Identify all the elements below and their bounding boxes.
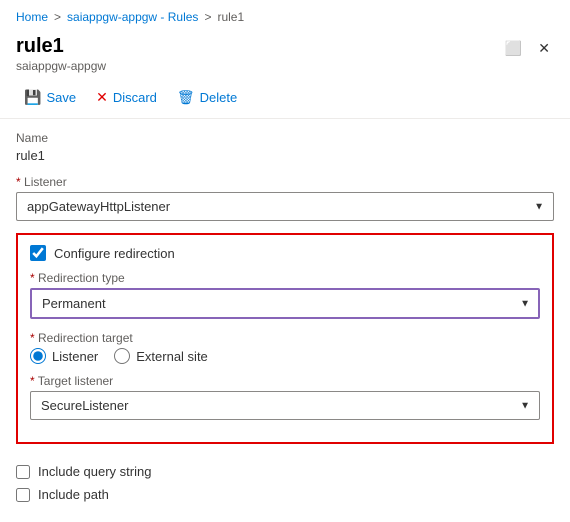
redirection-type-select-wrapper: Permanent ▼	[30, 288, 540, 319]
radio-external-option[interactable]: External site	[114, 348, 208, 364]
include-path-checkbox[interactable]	[16, 488, 30, 502]
radio-external-label: External site	[136, 349, 208, 364]
delete-icon: 🗑	[177, 89, 195, 106]
header-icons: ⬜ ✕	[501, 34, 554, 59]
toolbar: 💾 Save ✕ Discard 🗑 Delete	[0, 77, 570, 119]
radio-external-input[interactable]	[114, 348, 130, 364]
include-path-row: Include path	[16, 483, 554, 506]
breadcrumb-sep2: >	[204, 10, 211, 24]
save-button[interactable]: 💾 Save	[16, 85, 84, 110]
target-listener-select[interactable]: SecureListener	[30, 391, 540, 420]
include-query-string-label: Include query string	[38, 464, 151, 479]
name-value: rule1	[16, 148, 554, 163]
header-left: rule1 saiappgw-appgw	[16, 34, 106, 73]
breadcrumb-home[interactable]: Home	[16, 10, 48, 24]
bottom-checkboxes: Include query string Include path	[16, 456, 554, 510]
page-header: rule1 saiappgw-appgw ⬜ ✕	[0, 30, 570, 77]
breadcrumb-sep1: >	[54, 10, 61, 24]
redirection-section: Configure redirection Redirection type P…	[16, 233, 554, 444]
redirection-type-select[interactable]: Permanent	[30, 288, 540, 319]
redirection-target-radio-group: Listener External site	[30, 348, 540, 364]
breadcrumb: Home > saiappgw-appgw - Rules > rule1	[0, 0, 570, 30]
save-label: Save	[46, 90, 76, 105]
form-content: Name rule1 Listener appGatewayHttpListen…	[0, 119, 570, 522]
include-query-string-checkbox[interactable]	[16, 465, 30, 479]
configure-redirection-row: Configure redirection	[30, 245, 540, 261]
radio-listener-label: Listener	[52, 349, 98, 364]
listener-select[interactable]: appGatewayHttpListener	[16, 192, 554, 221]
discard-button[interactable]: ✕ Discard	[88, 85, 165, 110]
page-title: rule1	[16, 34, 106, 58]
breadcrumb-current: rule1	[217, 10, 244, 24]
page-subtitle: saiappgw-appgw	[16, 59, 106, 73]
include-query-string-row: Include query string	[16, 460, 554, 483]
delete-button[interactable]: 🗑 Delete	[169, 85, 245, 110]
discard-label: Discard	[113, 90, 157, 105]
include-path-label: Include path	[38, 487, 109, 502]
redirection-target-label: Redirection target	[30, 331, 540, 345]
name-label: Name	[16, 131, 554, 145]
target-listener-select-wrapper: SecureListener ▼	[30, 391, 540, 420]
listener-label: Listener	[16, 175, 554, 189]
breadcrumb-rules[interactable]: saiappgw-appgw - Rules	[67, 10, 198, 24]
configure-redirection-label: Configure redirection	[54, 246, 175, 261]
save-icon: 💾	[24, 89, 41, 106]
close-button[interactable]: ✕	[534, 38, 554, 59]
redirection-type-label: Redirection type	[30, 271, 540, 285]
target-listener-label: Target listener	[30, 374, 540, 388]
delete-label: Delete	[200, 90, 238, 105]
radio-listener-input[interactable]	[30, 348, 46, 364]
configure-redirection-checkbox[interactable]	[30, 245, 46, 261]
radio-listener-option[interactable]: Listener	[30, 348, 98, 364]
restore-button[interactable]: ⬜	[501, 38, 526, 59]
listener-select-wrapper: appGatewayHttpListener ▼	[16, 192, 554, 221]
discard-icon: ✕	[96, 89, 108, 106]
